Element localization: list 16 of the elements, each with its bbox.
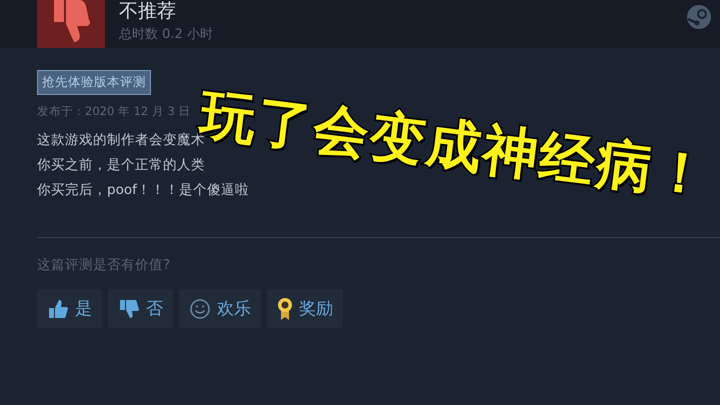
review-line: 你买完后，poof！！！是个傻逼啦: [37, 181, 249, 200]
helpful-question: 这篇评测是否有价值?: [37, 256, 170, 274]
vote-button[interactable]: 欢乐: [179, 289, 261, 328]
steam-logo-icon: [686, 4, 712, 30]
review-verdict: 不推荐: [119, 0, 177, 22]
thumbs-down-icon: [118, 298, 140, 320]
vote-button[interactable]: 是: [37, 289, 102, 328]
vote-button[interactable]: 奖励: [267, 289, 343, 328]
review-line: 你买之前，是个正常的人类: [37, 156, 206, 175]
thumbs-up-icon: [47, 298, 69, 320]
post-date: 发布于：2020 年 12 月 3 日: [37, 104, 190, 119]
award-ribbon-icon: [277, 296, 293, 320]
playtime-text: 总时数 0.2 小时: [119, 26, 213, 43]
smiley-icon: [189, 298, 211, 320]
early-access-badge: 抢先体验版本评测: [37, 70, 151, 95]
vote-button[interactable]: 否: [108, 289, 173, 328]
